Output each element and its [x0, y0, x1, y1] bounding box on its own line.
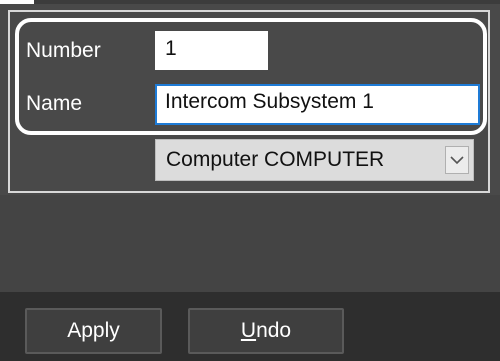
apply-button[interactable]: Apply — [25, 308, 162, 354]
number-field[interactable]: 1 — [155, 31, 268, 70]
undo-button[interactable]: Undo — [188, 308, 344, 354]
name-label: Name — [26, 92, 83, 115]
computer-select-value: Computer COMPUTER — [166, 148, 385, 171]
number-label: Number — [26, 39, 101, 62]
window-top-edge-dark — [34, 0, 500, 4]
undo-button-label: ndo — [256, 319, 292, 342]
empty-area — [0, 195, 500, 292]
name-field[interactable]: Intercom Subsystem 1 — [155, 84, 480, 125]
chevron-down-icon[interactable] — [445, 146, 469, 174]
apply-button-label: Apply — [67, 319, 120, 342]
undo-accelerator: U — [240, 319, 257, 342]
computer-select[interactable]: Computer COMPUTER — [155, 139, 474, 181]
